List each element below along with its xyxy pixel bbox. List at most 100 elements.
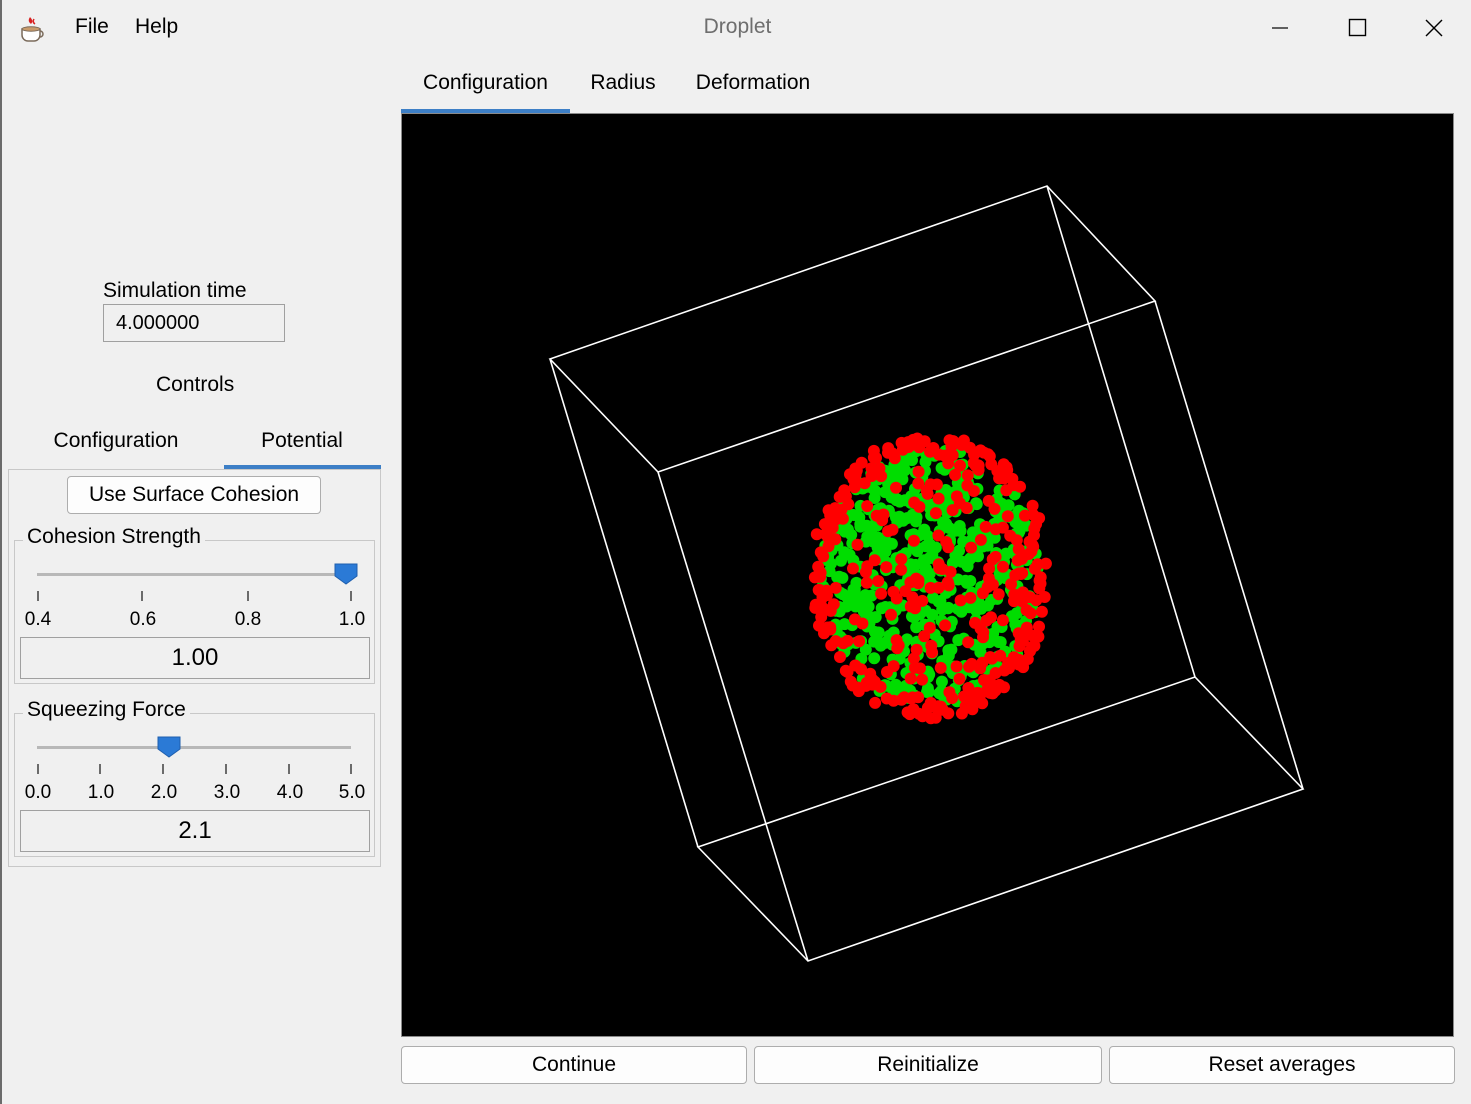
surface-particle	[940, 536, 953, 548]
squeezing-tick	[162, 764, 164, 774]
cohesion-tick	[141, 591, 143, 601]
surface-particle	[934, 661, 947, 674]
surface-particle	[942, 707, 955, 720]
surface-particle	[860, 576, 873, 589]
bulk-particle	[879, 636, 892, 649]
surface-particle	[983, 674, 996, 687]
surface-particle	[813, 565, 826, 578]
bulk-particle	[897, 514, 909, 527]
surface-particle	[932, 492, 945, 505]
simulation-time-field[interactable]: 4.000000	[103, 304, 285, 342]
squeezing-tick-label: 1.0	[87, 782, 115, 803]
reinitialize-button[interactable]: Reinitialize	[754, 1046, 1102, 1084]
surface-particle	[847, 562, 859, 575]
surface-particle	[1023, 591, 1036, 604]
surface-particle	[962, 636, 975, 649]
surface-particle	[1024, 645, 1036, 658]
surface-particle	[817, 550, 830, 563]
surface-particle	[953, 672, 966, 685]
surface-particle	[988, 502, 1001, 515]
surface-particle	[965, 541, 978, 554]
surface-particle	[983, 562, 996, 575]
surface-particle	[928, 700, 941, 713]
reset-averages-button[interactable]: Reset averages	[1109, 1046, 1455, 1084]
surface-particle	[858, 477, 871, 490]
surface-particle	[977, 446, 990, 459]
surface-particle	[964, 689, 977, 702]
cohesion-tick	[350, 591, 352, 601]
squeezing-force-group: Squeezing Force 0.0 1.0 2.0 3.0 4.0 5.0 …	[14, 698, 375, 857]
surface-particle	[1035, 605, 1048, 618]
box-edge	[1046, 185, 1196, 678]
bulk-particle	[879, 545, 892, 558]
bulk-particle	[953, 544, 965, 557]
cohesion-strength-value[interactable]: 1.00	[20, 637, 370, 679]
bulk-particle	[840, 600, 853, 613]
surface-particle	[985, 458, 998, 471]
surface-particle	[810, 528, 823, 541]
minimize-icon[interactable]	[1257, 8, 1303, 48]
title-bar: File Help Droplet	[2, 0, 1471, 56]
surface-particle	[993, 472, 1006, 485]
surface-particle	[886, 523, 899, 536]
surface-particle	[912, 691, 925, 704]
surface-particle	[882, 446, 894, 459]
surface-particle	[1001, 660, 1014, 673]
squeezing-tick-label: 4.0	[276, 782, 304, 803]
surface-particle	[887, 585, 900, 598]
surface-particle	[867, 467, 880, 480]
surface-particle	[950, 660, 963, 673]
simulation-time-label: Simulation time	[103, 279, 247, 302]
surface-particle	[849, 659, 862, 672]
use-surface-cohesion-button[interactable]: Use Surface Cohesion	[67, 476, 321, 514]
squeezing-force-slider-thumb[interactable]	[157, 736, 181, 758]
continue-button[interactable]: Continue	[401, 1046, 747, 1084]
surface-particle	[906, 591, 919, 604]
tab-configuration-controls[interactable]: Configuration	[40, 429, 192, 453]
surface-particle	[824, 621, 837, 634]
surface-particle	[954, 594, 967, 607]
tab-potential[interactable]: Potential	[224, 429, 380, 453]
simulation-canvas[interactable]	[401, 113, 1454, 1037]
surface-particle	[869, 696, 882, 709]
surface-particle	[851, 538, 864, 551]
bulk-particle	[929, 541, 942, 554]
surface-particle	[902, 441, 915, 453]
surface-particle	[936, 563, 949, 575]
bulk-particle	[868, 652, 881, 665]
bulk-particle	[960, 576, 973, 589]
surface-particle	[916, 673, 929, 686]
surface-particle	[1016, 567, 1029, 580]
surface-particle	[912, 465, 925, 478]
droplet-3d-view[interactable]	[402, 114, 1453, 1036]
surface-particle	[1028, 522, 1041, 535]
close-icon[interactable]	[1411, 8, 1457, 48]
cohesion-tick-label: 0.6	[129, 609, 157, 630]
surface-particle	[839, 490, 852, 503]
box-edge	[549, 358, 699, 848]
tab-radius[interactable]: Radius	[578, 71, 668, 95]
squeezing-force-slider[interactable]	[37, 746, 351, 749]
surface-particle	[853, 635, 866, 648]
surface-particle	[974, 533, 987, 546]
cohesion-strength-slider-thumb[interactable]	[334, 563, 358, 585]
squeezing-tick-label: 3.0	[213, 782, 241, 803]
bulk-particle	[910, 621, 923, 634]
maximize-icon[interactable]	[1335, 8, 1381, 48]
squeezing-tick	[99, 764, 101, 774]
tab-configuration[interactable]: Configuration	[401, 71, 570, 95]
surface-particle	[1039, 557, 1052, 570]
squeezing-tick-label: 5.0	[338, 782, 366, 803]
squeezing-force-value[interactable]: 2.1	[20, 810, 370, 852]
surface-particle	[877, 508, 890, 521]
cohesion-strength-slider[interactable]	[37, 573, 351, 576]
surface-particle	[872, 575, 885, 588]
surface-particle	[994, 649, 1007, 662]
surface-particle	[907, 534, 920, 547]
squeezing-tick-label: 2.0	[150, 782, 178, 803]
bulk-particle	[850, 576, 863, 589]
tab-deformation[interactable]: Deformation	[682, 71, 824, 95]
surface-particle	[829, 502, 842, 515]
controls-label: Controls	[156, 373, 235, 396]
box-face-bottom	[696, 676, 1305, 962]
